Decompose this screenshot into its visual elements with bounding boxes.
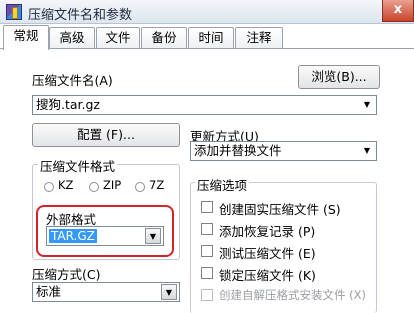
checkbox-test-label: 测试压缩文件 (E) [219, 246, 316, 261]
external-format-select[interactable]: TAR.GZ ▼ [46, 226, 164, 246]
window-title: 压缩文件名和参数 [28, 8, 133, 23]
update-mode-value: 添加并替换文件 [194, 143, 282, 158]
browse-button[interactable]: 浏览(B)... [298, 65, 380, 89]
checkbox-lock-label: 锁定压缩文件 (K) [219, 268, 316, 283]
method-select[interactable]: 标准 ▼ [32, 282, 180, 302]
checkbox-sfx[interactable] [201, 289, 213, 301]
method-value: 标准 [36, 284, 62, 299]
config-button[interactable]: 配置 (F)... [32, 123, 180, 147]
chevron-down-icon[interactable]: ▼ [145, 228, 161, 244]
checkbox-solid-label: 创建固实压缩文件 (S) [219, 202, 341, 217]
method-label: 压缩方式(C) [32, 267, 101, 282]
app-icon [6, 4, 22, 20]
checkbox-sfx-label: 创建自解压格式安装文件 (X) [219, 288, 367, 302]
checkbox-test[interactable] [201, 245, 213, 257]
archive-name-label: 压缩文件名(A) [32, 73, 113, 88]
tab-backup[interactable]: 备份 [141, 27, 187, 48]
archive-name-value: 搜狗.tar.gz [36, 97, 100, 112]
checkbox-recovery-label: 添加恢复记录 (P) [219, 224, 316, 239]
radio-zip-label: ZIP [103, 178, 122, 192]
tab-general[interactable]: 常规 [3, 25, 49, 50]
external-format-value: TAR.GZ [49, 229, 97, 243]
archive-name-input[interactable]: 搜狗.tar.gz ▼ [32, 95, 377, 115]
radio-zip[interactable] [89, 182, 99, 192]
archive-format-title: 压缩文件格式 [38, 156, 118, 175]
tab-files[interactable]: 文件 [96, 27, 140, 48]
chevron-down-icon[interactable]: ▼ [360, 144, 374, 158]
chevron-down-icon[interactable]: ▼ [360, 98, 374, 112]
radio-7z-label: 7Z [149, 178, 165, 192]
tab-comment[interactable]: 注释 [235, 27, 283, 48]
checkbox-recovery[interactable] [201, 223, 213, 235]
update-mode-select[interactable]: 添加并替换文件 ▼ [190, 141, 377, 161]
tab-time[interactable]: 时间 [188, 27, 234, 48]
checkbox-solid[interactable] [201, 201, 213, 213]
tab-strip: 常规 高级 文件 备份 时间 注释 [0, 25, 414, 50]
checkbox-lock[interactable] [201, 267, 213, 279]
radio-kz[interactable] [44, 182, 54, 192]
radio-kz-label: KZ [58, 178, 74, 192]
radio-7z[interactable] [135, 182, 145, 192]
chevron-down-icon[interactable]: ▼ [161, 284, 177, 300]
tab-advanced[interactable]: 高级 [49, 27, 95, 48]
compression-options-title: 压缩选项 [195, 175, 250, 194]
close-button[interactable]: x [382, 0, 414, 22]
